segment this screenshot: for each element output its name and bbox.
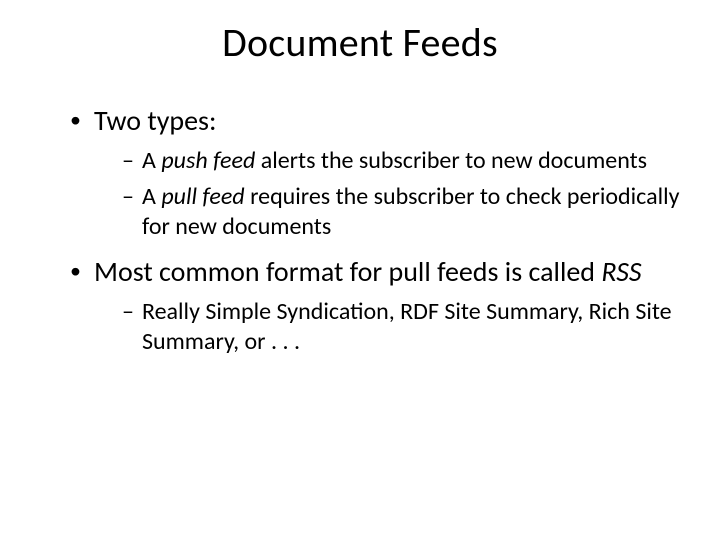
sub-pre: A — [142, 182, 161, 211]
sub-em: pull feed — [161, 182, 244, 211]
bullet-rss: Most common format for pull feeds is cal… — [70, 254, 680, 357]
sub-bullet-push-feed: A push feed alerts the subscriber to new… — [122, 146, 680, 176]
bullet-em: RSS — [601, 254, 641, 289]
bullet-pre: Most common format for pull feeds is cal… — [94, 254, 601, 289]
sub-pre: A — [142, 146, 161, 175]
level1-list: Two types: A push feed alerts the subscr… — [70, 103, 680, 357]
sub-em: push feed — [161, 146, 255, 175]
slide: Document Feeds Two types: A push feed al… — [0, 0, 720, 540]
level2-list: A push feed alerts the subscriber to new… — [122, 146, 680, 242]
sub-post: alerts the subscriber to new documents — [255, 146, 647, 175]
sub-text: Really Simple Syndication, RDF Site Summ… — [142, 297, 672, 356]
sub-bullet-rss-expansion: Really Simple Syndication, RDF Site Summ… — [122, 297, 680, 357]
sub-bullet-pull-feed: A pull feed requires the subscriber to c… — [122, 182, 680, 242]
bullet-two-types: Two types: A push feed alerts the subscr… — [70, 103, 680, 242]
level2-list: Really Simple Syndication, RDF Site Summ… — [122, 297, 680, 357]
slide-title: Document Feeds — [40, 18, 680, 67]
bullet-text: Two types: — [94, 103, 216, 138]
